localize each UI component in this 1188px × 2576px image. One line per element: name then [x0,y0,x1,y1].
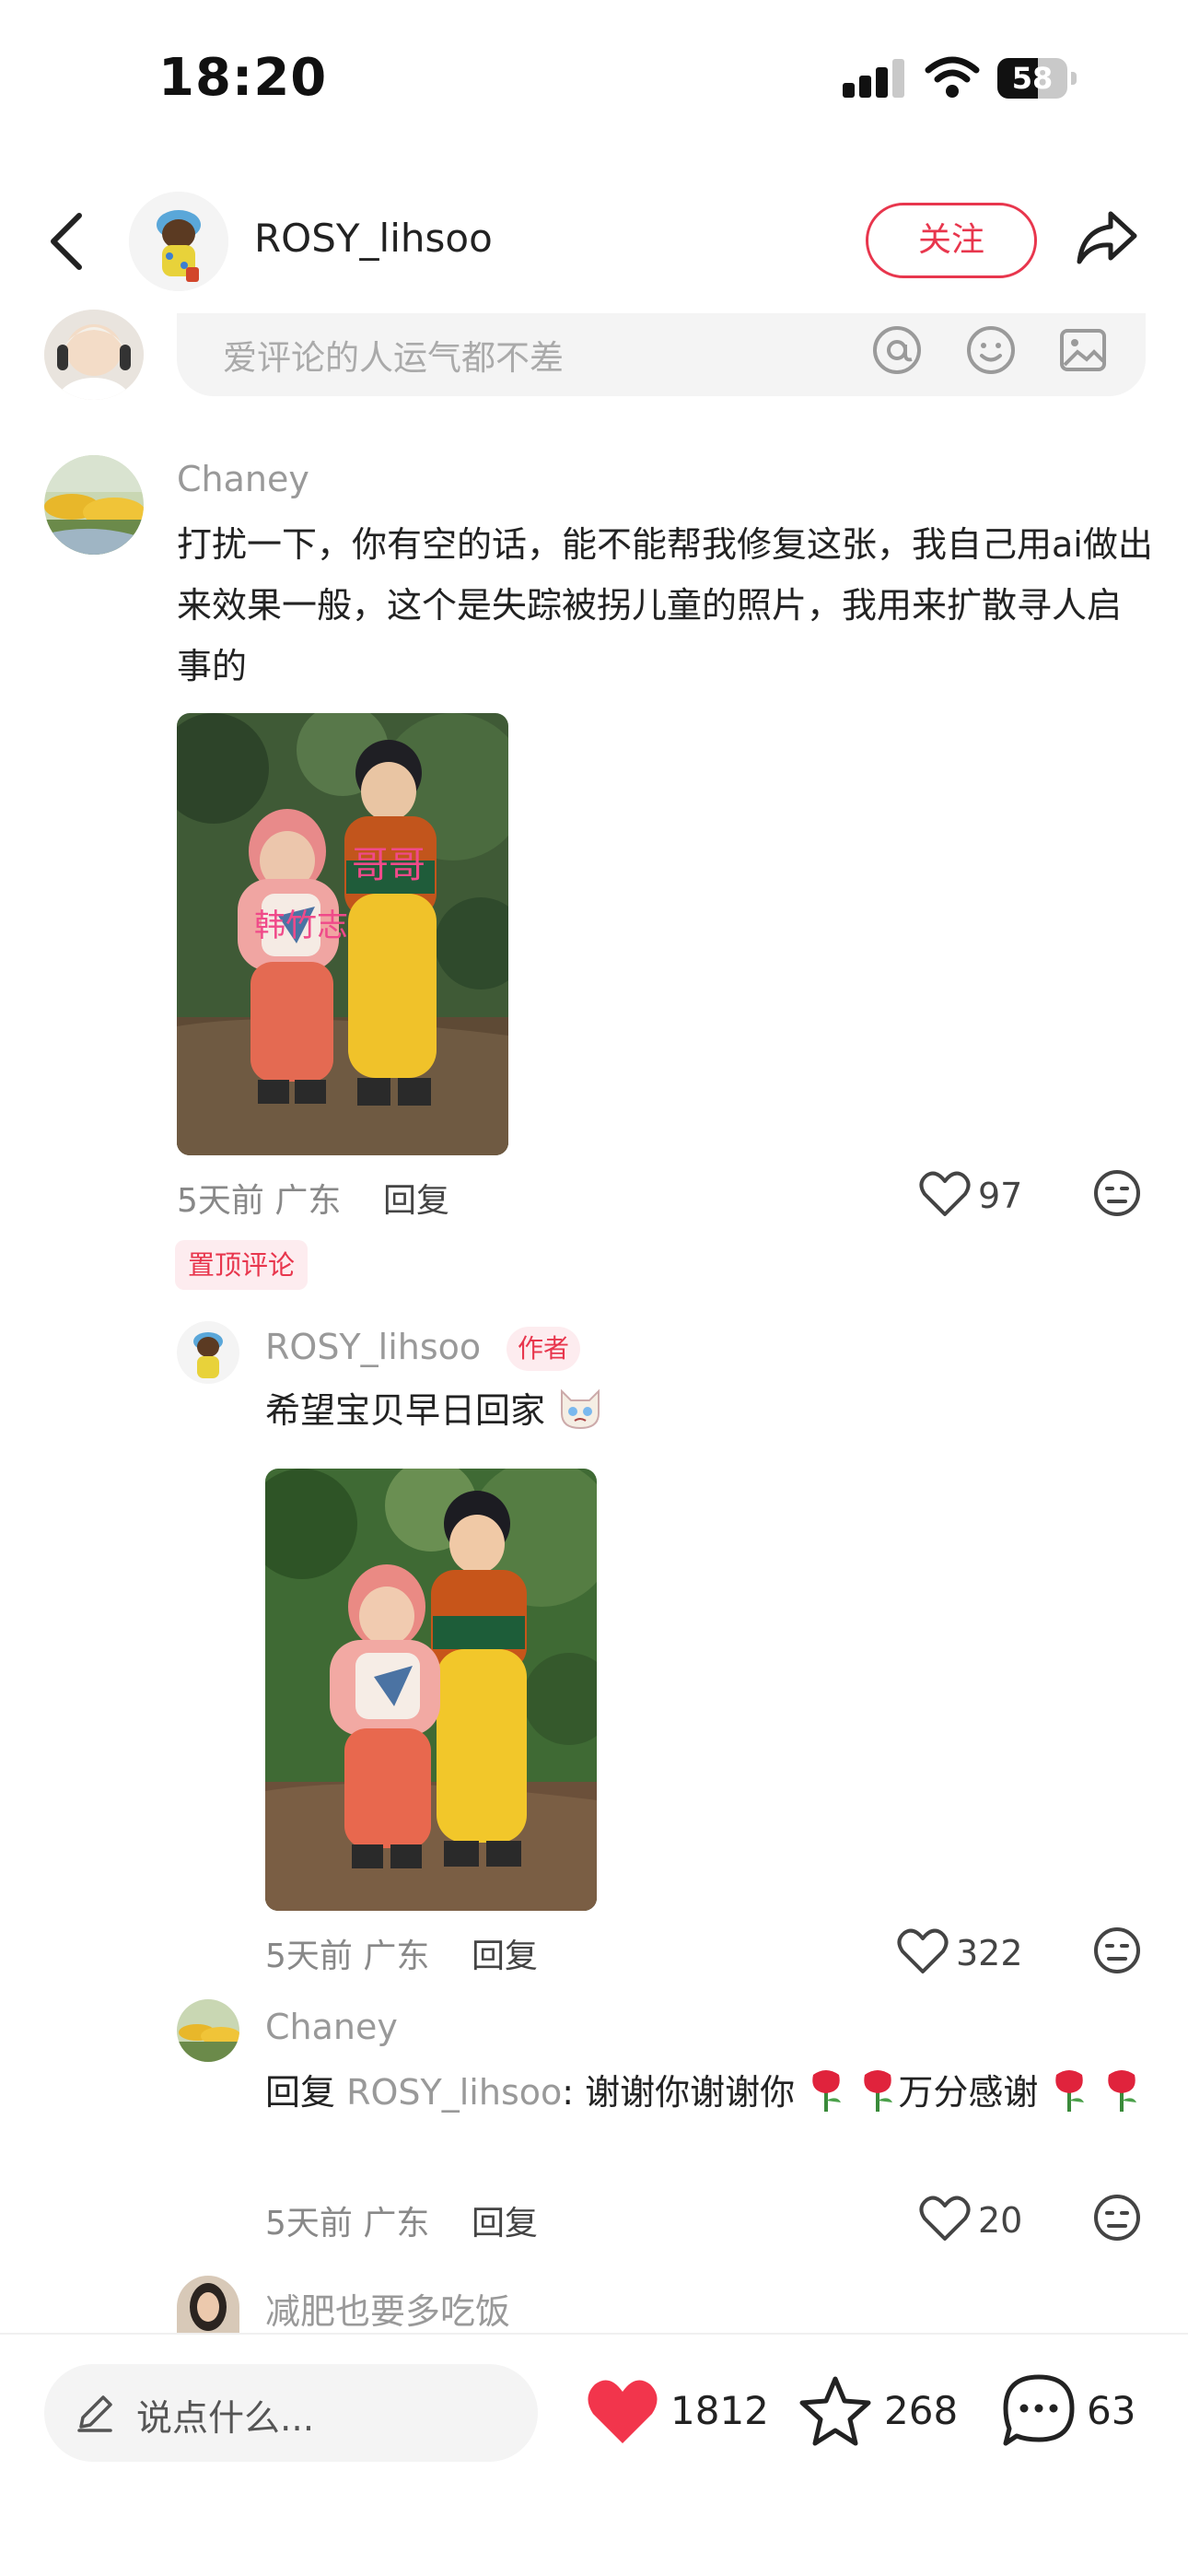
post-like-count: 1812 [670,2388,769,2433]
back-icon [51,213,82,270]
photo-label-brother: 哥哥 [352,844,425,886]
reply-button[interactable]: 回复 [472,2196,538,2244]
post-comment-count: 63 [1087,2388,1136,2433]
comment-text: 打扰一下，你有空的话，能不能帮我修复这张，我自己用ai做出来效果一般，这个是失踪… [177,524,1153,686]
reply-target-user[interactable]: ROSY_lihsoo [346,2072,562,2113]
reply-text-content: 希望宝贝早日回家 [265,1390,546,1431]
author-username[interactable]: ROSY_lihsoo [254,216,493,261]
reply-meta: 5天前 广东 [265,1938,430,1975]
dislike-face-icon[interactable] [1092,1168,1142,1218]
dislike-face-icon[interactable] [1092,2193,1142,2242]
share-icon [1077,211,1137,264]
photo-label-name: 韩竹志 [254,907,348,944]
rose-icon [812,2070,842,2112]
pencil-icon [74,2392,116,2434]
follow-button[interactable]: 关注 [866,203,1037,278]
heart-icon[interactable] [919,2195,971,2242]
reply-author-avatar[interactable] [177,1321,239,1384]
reply-photo-restored[interactable] [265,1469,597,1911]
status-time: 18:20 [158,48,328,108]
reply-username[interactable]: ROSY_lihsoo [265,1327,481,1367]
reply-text: 希望宝贝早日回家 [265,1380,604,1441]
heart-icon[interactable] [919,1170,971,1218]
reply-text-part2: 万分感谢 [898,2072,1039,2113]
bottom-divider [0,2333,1188,2335]
heart-filled-icon[interactable] [586,2377,659,2447]
reply-text-part1: : 谢谢你谢谢你 [562,2072,796,2113]
back-button[interactable] [42,205,94,278]
dislike-face-icon[interactable] [1092,1926,1142,1975]
wifi-icon [925,53,980,100]
like-count: 20 [978,2200,1023,2241]
reply-username[interactable]: 减肥也要多吃饭 [265,2283,510,2334]
comment-meta: 5天前 广东 [177,1182,342,1220]
star-icon[interactable] [798,2373,873,2447]
bottom-input-placeholder: 说点什么... [136,2398,315,2440]
reply-text: 回复 ROSY_lihsoo: 谢谢你谢谢你 万分感谢 [265,2062,1149,2123]
heart-icon[interactable] [897,1927,949,1975]
reply-prefix: 回复 [265,2072,347,2113]
pinned-comment-tag: 置顶评论 [175,1240,309,1290]
battery-level: 58 [1011,61,1054,96]
comment-photo[interactable]: 哥哥 韩竹志 [177,713,508,1155]
crying-cat-emoji [561,1388,600,1430]
reply-button[interactable]: 回复 [472,1929,538,1977]
commenter-avatar[interactable] [44,455,144,555]
image-icon[interactable] [1057,324,1109,376]
rose-icon [1107,2070,1136,2112]
like-count: 322 [956,1933,1023,1973]
reply-button[interactable]: 回复 [383,1174,449,1222]
author-avatar[interactable] [129,192,228,291]
rose-icon [864,2070,893,2112]
at-icon[interactable] [871,324,923,376]
reply-commenter-avatar[interactable] [177,1999,239,2062]
cellular-signal-icon [843,59,904,98]
author-tag: 作者 [507,1327,581,1371]
comment-input-placeholder: 爱评论的人运气都不差 [223,338,564,378]
reply-username[interactable]: Chaney [265,2007,398,2047]
post-favorite-count: 268 [884,2388,959,2433]
my-avatar [44,310,144,400]
comment-bubble-icon[interactable] [1000,2371,1077,2449]
rose-icon [1055,2070,1085,2112]
emoji-icon[interactable] [965,324,1017,376]
like-count: 97 [978,1176,1023,1216]
reply-meta: 5天前 广东 [265,2205,430,2242]
battery-icon: 58 [997,58,1077,99]
share-button[interactable] [1074,205,1140,271]
reply-commenter-avatar[interactable] [177,2276,239,2333]
comment-username[interactable]: Chaney [177,459,309,499]
